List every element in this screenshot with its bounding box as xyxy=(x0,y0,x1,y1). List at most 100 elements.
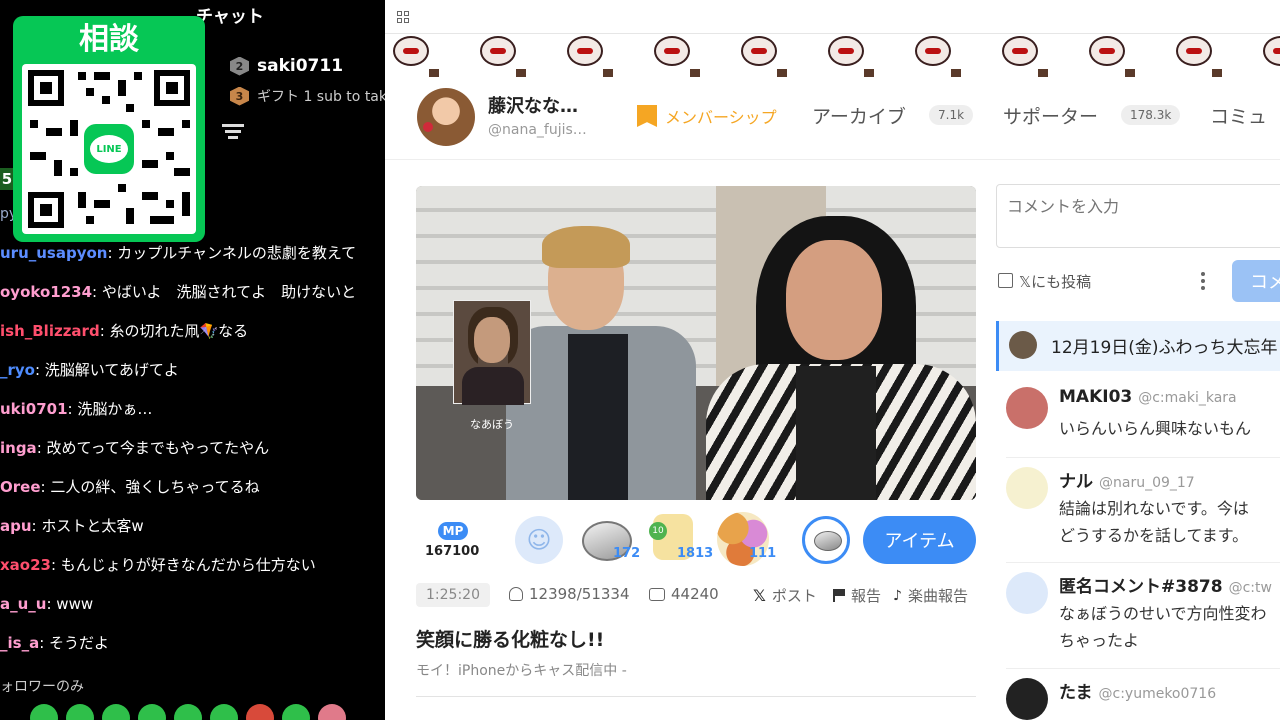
item-button[interactable]: アイテム xyxy=(863,516,976,564)
emote-icon[interactable] xyxy=(246,704,274,720)
emote-icon[interactable] xyxy=(174,704,202,720)
membership-icon xyxy=(637,105,657,127)
tab-archive-count: 7.1k xyxy=(929,105,974,125)
comment-separator xyxy=(1006,562,1280,563)
comment-author-handle: @naru_09_17 xyxy=(1099,475,1195,491)
rank-badge-icon: 3 xyxy=(230,86,249,106)
avatar[interactable] xyxy=(1006,467,1048,509)
comment-author[interactable]: ナル @naru_09_17 xyxy=(1059,467,1195,492)
emote-icon[interactable] xyxy=(66,704,94,720)
chat-message-user[interactable]: Oree xyxy=(0,478,41,496)
emote-icon[interactable] xyxy=(102,704,130,720)
notice-avatar xyxy=(1009,331,1037,359)
emote-icon[interactable] xyxy=(282,704,310,720)
comment-text: なぁぼうのせいで方向性変わ xyxy=(1059,604,1267,623)
gift-user-name[interactable]: saki0711 xyxy=(257,56,343,76)
tea-item-level: 10 xyxy=(649,522,667,540)
chat-message-user[interactable]: xao23 xyxy=(0,556,51,574)
comment-text: いらんいらん興味ないもん xyxy=(1059,419,1252,438)
comment-author-name: ナル xyxy=(1059,472,1093,492)
chat-message-text: : 二人の絆、強くしちゃってるね xyxy=(40,478,260,496)
chat-message-user[interactable]: apu xyxy=(0,517,32,535)
chat-message: _is_a: そうだよ xyxy=(0,632,385,654)
filter-icon[interactable] xyxy=(222,124,244,142)
count-badge: 5 xyxy=(0,168,14,190)
x-post-checkbox[interactable] xyxy=(998,273,1013,288)
emote-icon[interactable] xyxy=(138,704,166,720)
chat-message-user[interactable]: _ryo xyxy=(0,361,35,379)
selected-coin-item-icon[interactable] xyxy=(802,516,850,564)
mp-badge: MP xyxy=(438,522,468,540)
banner-character-icon xyxy=(393,36,429,66)
emote-icon[interactable] xyxy=(30,704,58,720)
music-report-link[interactable]: ♪ 楽曲報告 xyxy=(893,585,968,606)
tab-supporter[interactable]: サポーター xyxy=(1003,102,1098,129)
tab-membership[interactable]: メンバーシップ xyxy=(637,104,777,128)
avatar[interactable] xyxy=(417,88,475,146)
stream-title: 笑顔に勝る化粧なし!! xyxy=(416,629,605,651)
line-qr-card: 相談 LINE xyxy=(13,16,205,242)
chat-message-text: : カップルチャンネルの悲劇を教えて xyxy=(107,244,357,262)
banner-decoration xyxy=(516,69,526,77)
comment-author-handle: @c:maki_kara xyxy=(1138,390,1237,406)
comment-author[interactable]: 匿名コメント#3878 @c:tw xyxy=(1059,572,1272,597)
banner-character-icon xyxy=(1002,36,1038,66)
avatar[interactable] xyxy=(1006,572,1048,614)
banner-character-icon xyxy=(1263,36,1280,66)
chat-message-user[interactable]: a_u_u xyxy=(0,595,46,613)
emote-icon[interactable] xyxy=(318,704,346,720)
chat-message-user[interactable]: uru_usapyon xyxy=(0,244,107,262)
more-options-icon[interactable] xyxy=(1201,272,1205,290)
flag-icon xyxy=(833,589,845,602)
report-link[interactable]: 報告 xyxy=(833,585,881,606)
comment-post-button[interactable]: コメ xyxy=(1232,260,1280,302)
chat-message-user[interactable]: oyoko1234 xyxy=(0,283,92,301)
smile-item-icon[interactable]: ☺ xyxy=(515,516,563,564)
chat-message: oyoko1234: やばいよ 洗脳されてよ 助けないと xyxy=(0,281,385,303)
mp-value: 167100 xyxy=(425,544,480,559)
tab-community[interactable]: コミュ xyxy=(1210,102,1267,129)
comment-text: 結論は別れないです。今は xyxy=(1059,499,1249,518)
chat-panel: チャット 2 saki0711 3 ギフト 1 sub to tak 5 py … xyxy=(0,0,385,720)
chat-message: Oree: 二人の絆、強くしちゃってるね xyxy=(0,476,385,498)
comment-stat: 44240 xyxy=(649,585,719,603)
chat-message-text: : そうだよ xyxy=(39,634,110,652)
chat-message-user[interactable]: inga xyxy=(0,439,37,457)
qr-finder-icon xyxy=(28,192,64,228)
comment-author-name: 匿名コメント#3878 xyxy=(1059,577,1223,597)
tab-supporter-count: 178.3k xyxy=(1121,105,1181,125)
comment-author[interactable]: たま @c:yumeko0716 xyxy=(1059,678,1216,703)
pinned-notice[interactable]: 12月19日(金)ふわっち大忘年 xyxy=(996,321,1280,371)
chat-message-text: : やばいよ 洗脳されてよ 助けないと xyxy=(92,283,357,301)
chat-message-user[interactable]: uki0701 xyxy=(0,400,68,418)
comment-author-handle: @c:tw xyxy=(1228,580,1272,596)
chat-message: xao23: もんじょりが好きなんだから仕方ない xyxy=(0,554,385,576)
screen: チャット 2 saki0711 3 ギフト 1 sub to tak 5 py … xyxy=(0,0,1280,720)
truncated-user: py xyxy=(0,206,18,222)
post-to-x-link[interactable]: 𝕏 ポスト xyxy=(753,585,817,606)
video-player[interactable]: なあぼう xyxy=(416,186,976,500)
qr-finder-icon xyxy=(28,70,64,106)
emote-icon[interactable] xyxy=(210,704,238,720)
comment-input[interactable] xyxy=(996,184,1280,248)
profile-handle: @nana_fujis… xyxy=(488,122,587,138)
profile-banner xyxy=(385,35,1280,77)
streamer-right xyxy=(696,216,976,500)
viewer-count: 12398/51334 xyxy=(529,585,630,603)
tab-archive[interactable]: アーカイブ xyxy=(812,102,906,129)
apps-grid-icon[interactable] xyxy=(397,11,409,23)
gift-user-row: 2 saki0711 xyxy=(230,56,343,76)
banner-character-icon xyxy=(480,36,516,66)
comment-count: 44240 xyxy=(671,585,719,603)
chat-message-user[interactable]: ish_Blizzard xyxy=(0,322,100,340)
avatar[interactable] xyxy=(1006,678,1048,720)
line-logo-icon: LINE xyxy=(84,124,134,174)
comment-author[interactable]: MAKI03 @c:maki_kara xyxy=(1059,387,1237,407)
avatar[interactable] xyxy=(1006,387,1048,429)
banner-decoration xyxy=(777,69,787,77)
profile-name[interactable]: 藤沢なな… xyxy=(488,92,578,118)
chat-message-user[interactable]: _is_a xyxy=(0,634,39,652)
banner-decoration xyxy=(690,69,700,77)
chat-message-text: : ホストと太客w xyxy=(31,517,144,535)
chat-title: チャット xyxy=(196,7,264,27)
